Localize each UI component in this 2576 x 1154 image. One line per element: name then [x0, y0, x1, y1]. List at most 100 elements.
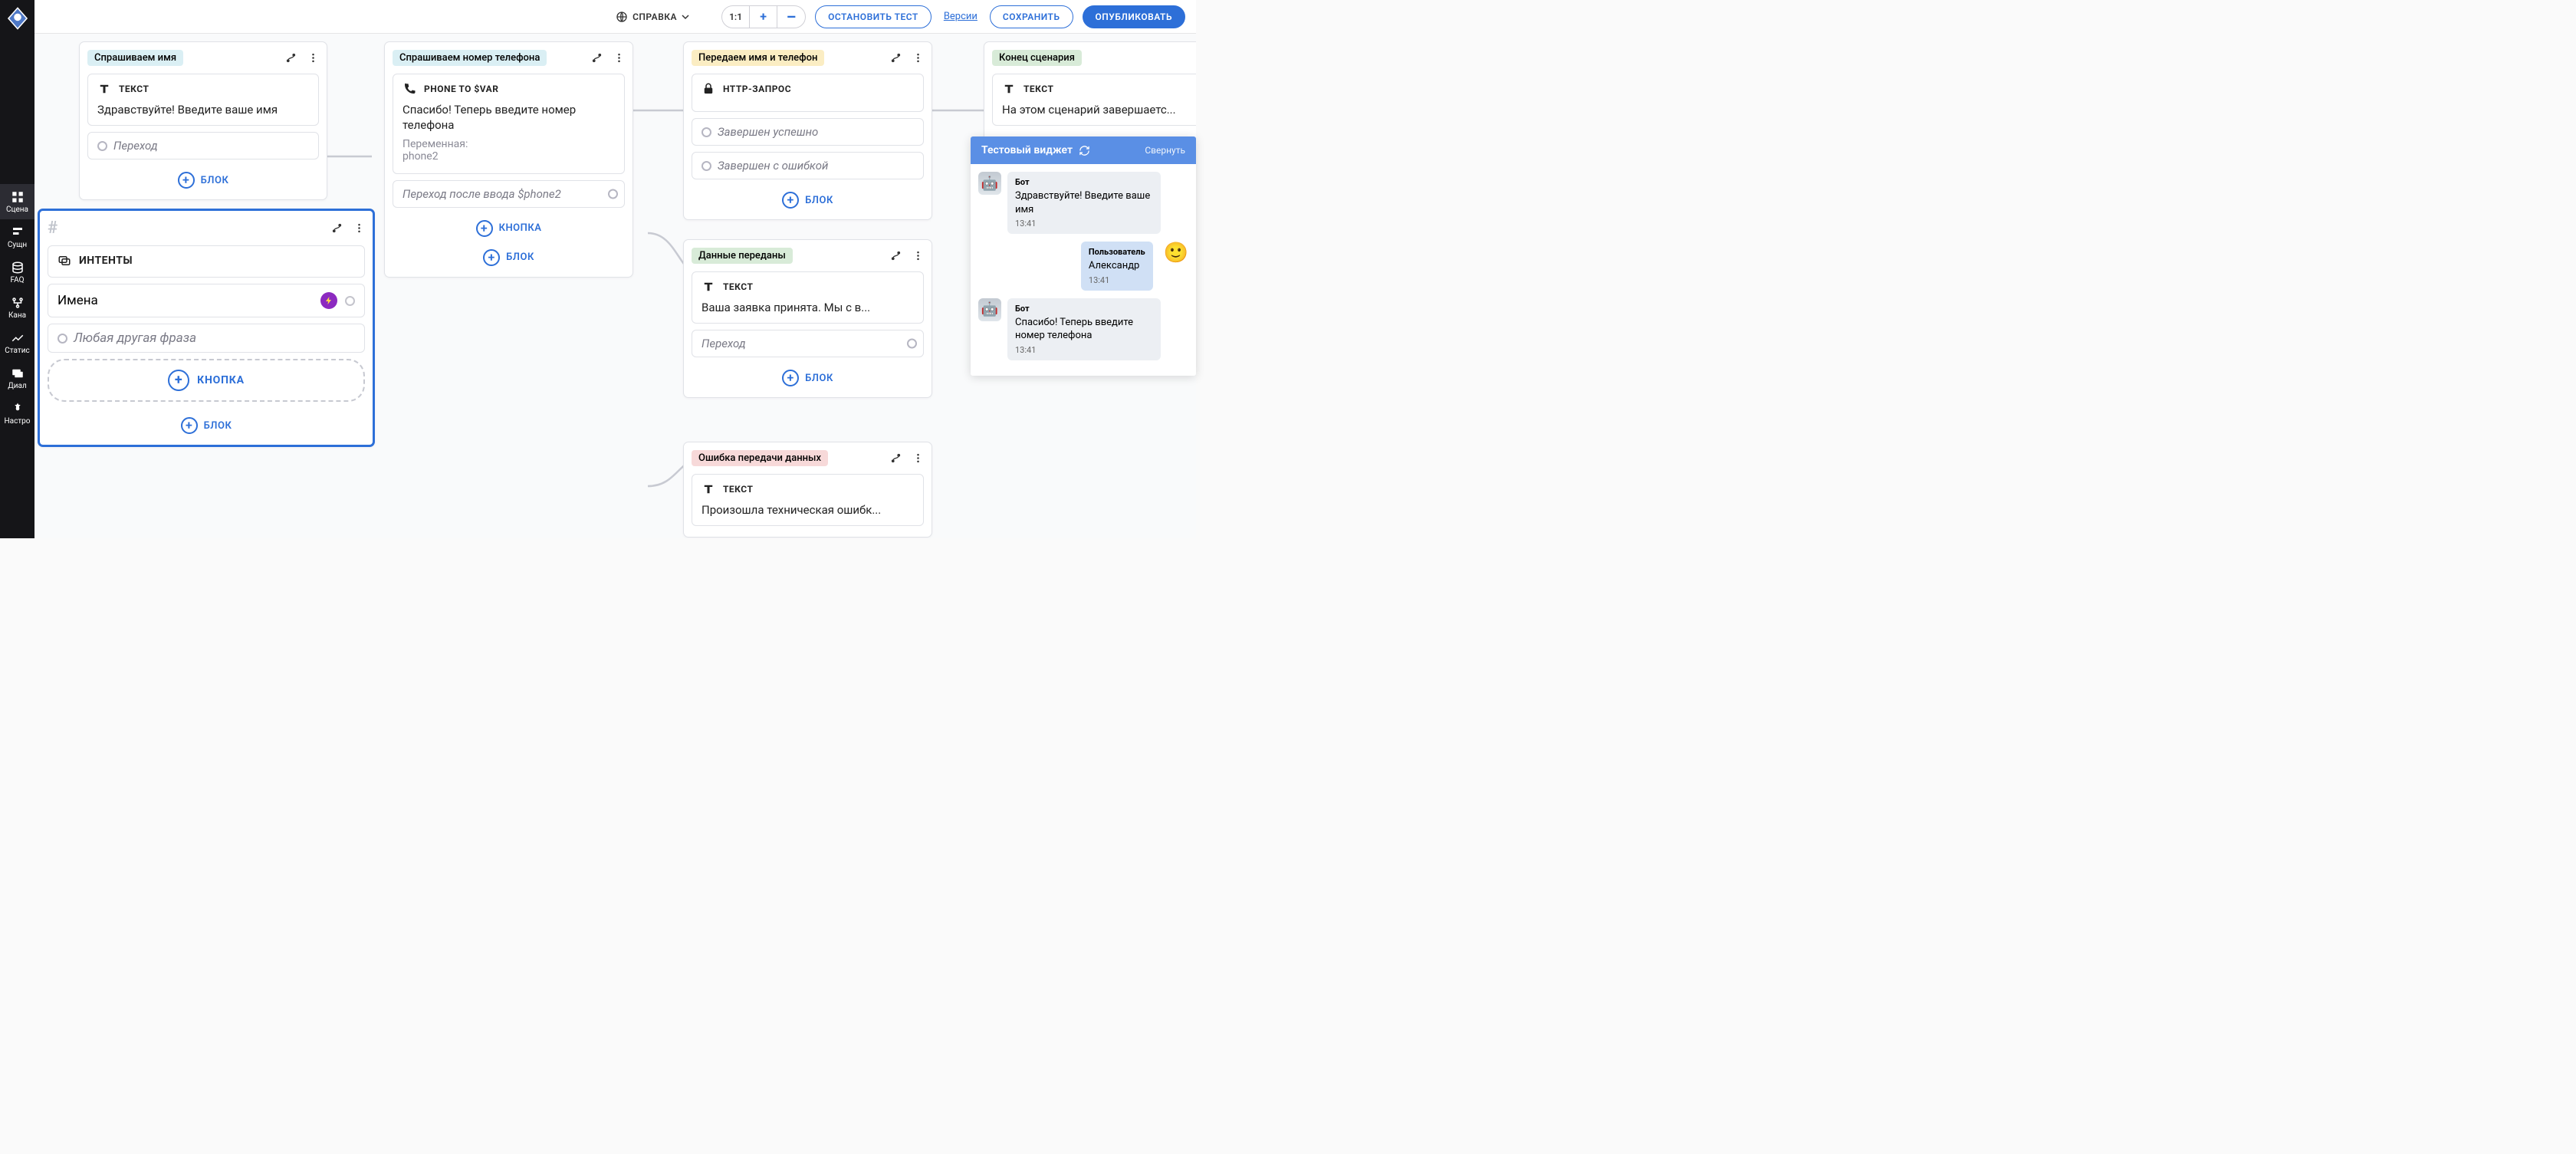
connect-icon[interactable]: [890, 250, 902, 261]
zoom-reset[interactable]: 1:1: [722, 6, 750, 28]
var-name: phone2: [402, 150, 439, 163]
msg-time: 13:41: [1089, 275, 1145, 285]
port-dot[interactable]: [907, 339, 917, 349]
msg-sender: Пользователь: [1089, 247, 1145, 257]
text-icon: [97, 82, 111, 96]
add-block-button[interactable]: +БЛОК: [87, 166, 319, 195]
connect-icon[interactable]: [331, 222, 343, 234]
port-success[interactable]: Завершен успешно: [692, 118, 924, 146]
block-text: Ваша заявка принята. Мы с в...: [702, 300, 914, 315]
block-kind-label: PHONE TO $VAR: [424, 84, 498, 94]
block-kind-label: ТЕКСТ: [119, 84, 149, 94]
kebab-icon[interactable]: [307, 52, 319, 64]
msg-time: 13:41: [1015, 219, 1153, 228]
msg-sender: Бот: [1015, 304, 1153, 314]
transition-port[interactable]: Переход: [692, 330, 924, 357]
refresh-icon[interactable]: [1079, 145, 1090, 156]
card-http[interactable]: Передаем имя и телефон HTTP-ЗАПРОС Завер…: [683, 41, 932, 220]
connect-icon[interactable]: [890, 52, 902, 64]
stop-test-button[interactable]: ОСТАНОВИТЬ ТЕСТ: [815, 5, 932, 28]
text-block[interactable]: ТЕКСТ На этом сценарий завершаетс...: [992, 74, 1196, 126]
msg-time: 13:41: [1015, 345, 1153, 355]
nav-channels[interactable]: Кана: [0, 290, 34, 325]
lock-icon: [702, 82, 715, 96]
add-block-button[interactable]: +БЛОК: [48, 411, 365, 440]
port-dot[interactable]: [58, 334, 67, 344]
card-ask-name[interactable]: Спрашиваем имя ТЕКСТ Здравствуйте! Введи…: [79, 41, 327, 200]
card-ask-phone[interactable]: Спрашиваем номер телефона PHONE TO $VAR …: [384, 41, 633, 278]
add-button-row[interactable]: +КНОПКА: [48, 359, 365, 402]
kebab-icon[interactable]: [912, 250, 924, 261]
kebab-icon[interactable]: [912, 452, 924, 464]
fallback-port[interactable]: Любая другая фраза: [48, 324, 365, 353]
nav-stats[interactable]: Статис: [0, 325, 34, 360]
port-error[interactable]: Завершен с ошибкой: [692, 152, 924, 179]
nav-faq[interactable]: FAQ: [0, 255, 34, 290]
help-dropdown[interactable]: СПРАВКА: [616, 11, 689, 23]
msg-text: Александр: [1089, 259, 1145, 273]
card-error[interactable]: Ошибка передачи данных ТЕКСТ Произошла т…: [683, 442, 932, 538]
add-block-button[interactable]: +БЛОК: [393, 243, 625, 272]
phone-block[interactable]: PHONE TO $VAR Спасибо! Теперь введите но…: [393, 74, 625, 174]
add-block-button[interactable]: +БЛОК: [692, 186, 924, 215]
chip[interactable]: Спрашиваем имя: [87, 50, 183, 66]
port-dot[interactable]: [608, 189, 618, 199]
text-block[interactable]: ТЕКСТ Ваша заявка принята. Мы с в...: [692, 271, 924, 324]
chat-message-bot: 🤖 Бот Спасибо! Теперь введите номер теле…: [978, 298, 1188, 360]
user-avatar-icon: 🙂: [1164, 242, 1188, 291]
connect-icon[interactable]: [285, 52, 297, 64]
port-dot[interactable]: [702, 161, 711, 171]
kebab-icon[interactable]: [353, 222, 365, 234]
connect-icon[interactable]: [890, 452, 902, 464]
test-chat-widget: Тестовый виджет Свернуть 🤖 Бот Здравству…: [971, 136, 1196, 376]
port-dot[interactable]: [97, 141, 107, 151]
nav-dialogs[interactable]: Диал: [0, 360, 34, 396]
zoom-in[interactable]: +: [750, 6, 777, 28]
connect-icon[interactable]: [591, 52, 603, 64]
port-dot[interactable]: [345, 296, 355, 306]
chip[interactable]: Ошибка передачи данных: [692, 450, 828, 466]
bot-avatar-icon: 🤖: [978, 298, 1001, 321]
nav-settings[interactable]: Настро: [0, 396, 34, 431]
block-kind-label: ТЕКСТ: [723, 281, 753, 292]
msg-text: Спасибо! Теперь введите номер телефона: [1015, 316, 1153, 343]
globe-icon: [616, 11, 628, 23]
intents-block[interactable]: ИНТЕНТЫ: [48, 245, 365, 278]
publish-button[interactable]: ОПУБЛИКОВАТЬ: [1083, 5, 1185, 28]
chip[interactable]: Данные переданы: [692, 248, 793, 264]
chat-collapse[interactable]: Свернуть: [1145, 145, 1185, 156]
kebab-icon[interactable]: [613, 52, 625, 64]
transition-port[interactable]: Переход после ввода $phone2: [393, 180, 625, 208]
http-block[interactable]: HTTP-ЗАПРОС: [692, 74, 924, 112]
versions-link[interactable]: Версии: [941, 11, 981, 22]
text-block[interactable]: ТЕКСТ Здравствуйте! Введите ваше имя: [87, 74, 319, 126]
chip[interactable]: Передаем имя и телефон: [692, 50, 824, 66]
block-kind-label: HTTP-ЗАПРОС: [723, 84, 791, 94]
block-text: На этом сценарий завершаетс...: [1002, 102, 1195, 117]
zoom-out[interactable]: –: [777, 6, 805, 28]
text-icon: [702, 482, 715, 496]
card-intents[interactable]: # ИНТЕНТЫ Имена Любая другая фраза: [38, 209, 375, 447]
save-button[interactable]: СОХРАНИТЬ: [990, 5, 1073, 28]
transition-port[interactable]: Переход: [87, 132, 319, 159]
add-button-row[interactable]: +КНОПКА: [393, 214, 625, 243]
intent-item[interactable]: Имена: [48, 284, 365, 317]
port-dot[interactable]: [702, 127, 711, 137]
topbar: СПРАВКА 1:1 + – ОСТАНОВИТЬ ТЕСТ Версии С…: [34, 0, 1196, 34]
card-data-sent[interactable]: Данные переданы ТЕКСТ Ваша заявка принят…: [683, 239, 932, 398]
chat-header: Тестовый виджет Свернуть: [971, 136, 1196, 164]
chat-message-user: Пользователь Александр 13:41 🙂: [978, 242, 1188, 291]
kebab-icon[interactable]: [912, 52, 924, 64]
add-block-button[interactable]: +БЛОК: [692, 363, 924, 393]
chat-body: 🤖 Бот Здравствуйте! Введите ваше имя 13:…: [971, 164, 1196, 376]
nav-scenarios[interactable]: Сцена: [0, 184, 34, 219]
nav-entities[interactable]: Сущн: [0, 219, 34, 255]
text-block[interactable]: ТЕКСТ Произошла техническая ошибк...: [692, 474, 924, 526]
chip[interactable]: Спрашиваем номер телефона: [393, 50, 547, 66]
chip[interactable]: Конец сценария: [992, 50, 1082, 66]
text-icon: [702, 280, 715, 294]
block-text: Произошла техническая ошибк...: [702, 502, 914, 518]
zoom-controls: 1:1 + –: [721, 5, 806, 28]
msg-text: Здравствуйте! Введите ваше имя: [1015, 189, 1153, 216]
chat-title: Тестовый виджет: [981, 144, 1073, 156]
